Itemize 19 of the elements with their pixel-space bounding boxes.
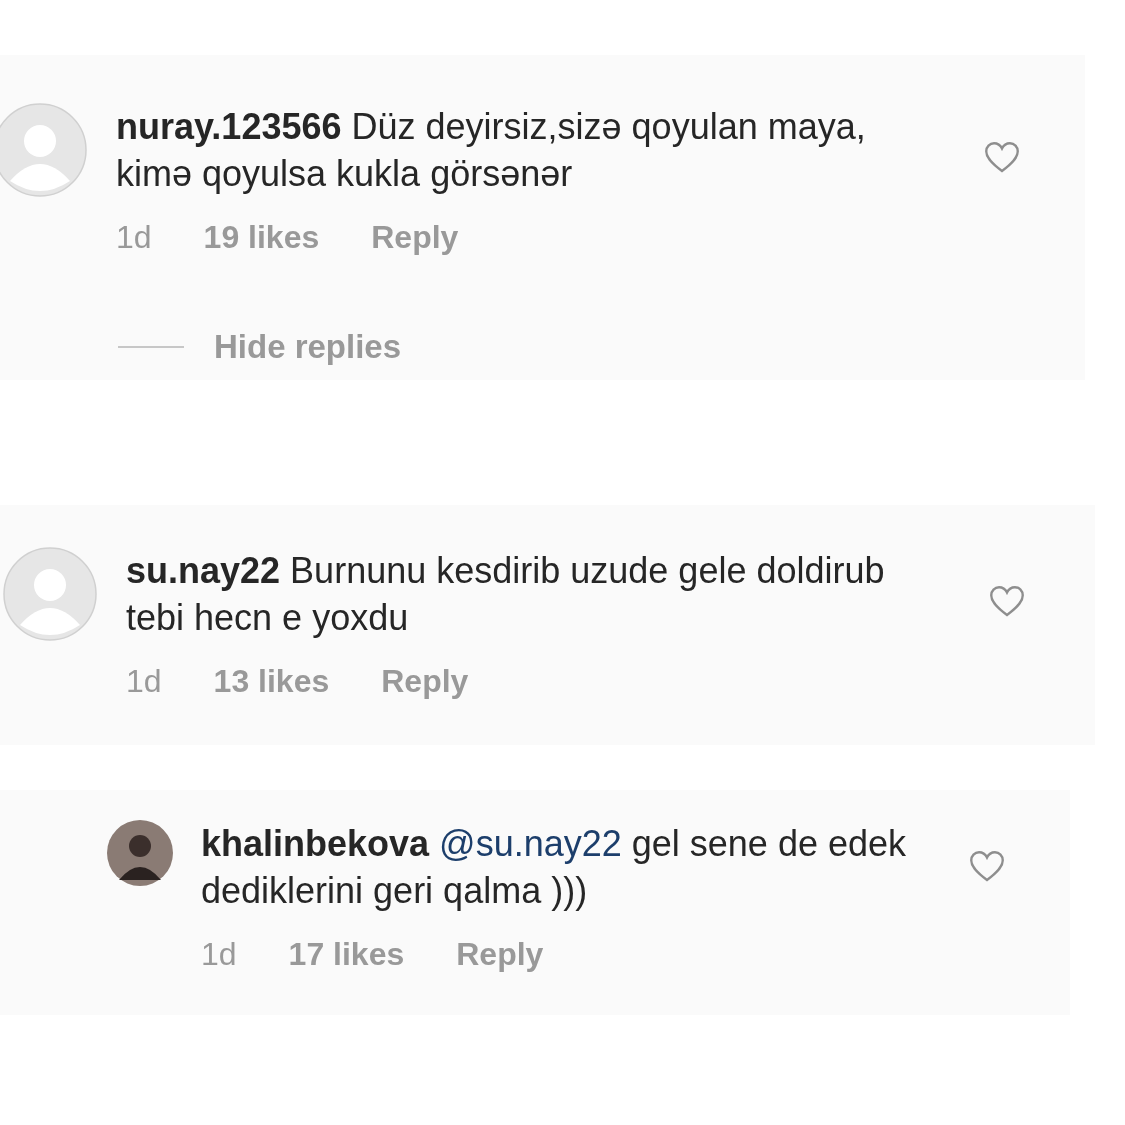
comment-text: khalinbekova @su.nay22 gel sene de edek dediklerini geri qalma ))) [201, 822, 907, 913]
reply-button[interactable]: Reply [456, 936, 544, 973]
comment-text: su.nay22 Burnunu kesdirib uzude gele doldirub tebi hecn e yoxdu [126, 549, 886, 640]
comment-text: nuray.123566 Düz deyirsiz,sizə qoyulan maya, kimə qoyulsa kukla görsənər [116, 105, 867, 196]
reply-button[interactable]: Reply [381, 663, 469, 700]
comment-time: 1d [116, 219, 152, 256]
heart-icon[interactable] [984, 141, 1020, 174]
likes-count[interactable]: 13 likes [213, 663, 330, 700]
reply-button[interactable]: Reply [371, 219, 459, 256]
likes-count[interactable]: 17 likes [288, 936, 405, 973]
heart-icon[interactable] [969, 850, 1005, 883]
comment-time: 1d [201, 936, 237, 973]
avatar-icon [3, 547, 97, 641]
likes-count[interactable]: 19 likes [203, 219, 320, 256]
mention-link[interactable]: @su.nay22 [439, 823, 622, 864]
heart-icon[interactable] [989, 585, 1025, 618]
hide-replies-button[interactable]: Hide replies [214, 328, 402, 366]
avatar-icon [107, 820, 173, 886]
comment-time: 1d [126, 663, 162, 700]
